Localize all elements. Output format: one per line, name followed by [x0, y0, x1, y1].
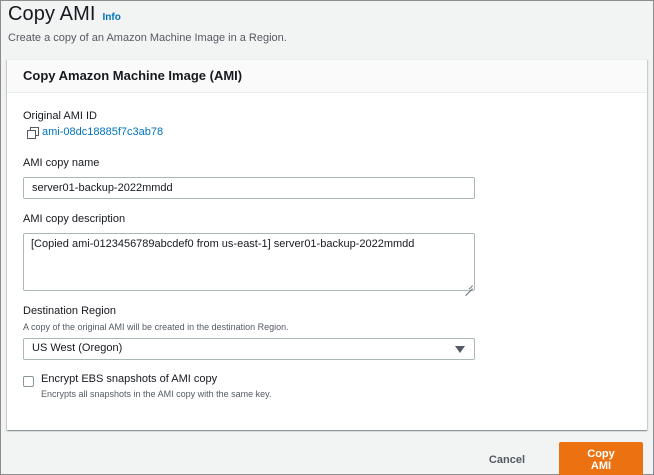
page-description: Create a copy of an Amazon Machine Image…	[8, 32, 287, 44]
page-title: Copy AMI	[8, 3, 96, 25]
panel-header: Copy Amazon Machine Image (AMI)	[7, 60, 647, 93]
encrypt-option: Encrypt EBS snapshots of AMI copy Encryp…	[23, 373, 271, 399]
encrypt-description: Encrypts all snapshots in the AMI copy w…	[41, 389, 272, 399]
encrypt-text: Encrypt EBS snapshots of AMI copy Encryp…	[41, 373, 271, 399]
panel-title: Copy Amazon Machine Image (AMI)	[23, 68, 243, 83]
ami-copy-description-value: [Copied ami-0123456789abcdef0 from us-ea…	[31, 238, 415, 250]
cancel-button[interactable]: Cancel	[479, 450, 535, 470]
destination-region-hint: A copy of the original AMI will be creat…	[23, 322, 289, 332]
copy-icon[interactable]	[27, 126, 39, 139]
copy-ami-panel: Copy Amazon Machine Image (AMI) Original…	[7, 59, 647, 430]
original-ami-label: Original AMI ID	[23, 110, 97, 122]
caret-down-icon	[455, 346, 465, 353]
footer-actions: Cancel Copy AMI	[479, 442, 643, 475]
encrypt-checkbox[interactable]	[23, 376, 34, 387]
info-link[interactable]: Info	[103, 12, 121, 23]
ami-copy-description-textarea[interactable]: [Copied ami-0123456789abcdef0 from us-ea…	[23, 233, 475, 291]
resize-handle[interactable]	[465, 281, 473, 289]
copy-ami-button[interactable]: Copy AMI	[559, 442, 643, 475]
page-header: Copy AMI Info Create a copy of an Amazon…	[8, 3, 646, 44]
ami-copy-name-input[interactable]	[23, 177, 475, 199]
destination-region-value: US West (Oregon)	[32, 342, 123, 354]
original-ami-link[interactable]: ami-08dc18885f7c3ab78	[42, 126, 163, 138]
encrypt-label[interactable]: Encrypt EBS snapshots of AMI copy	[41, 373, 271, 385]
destination-region-select[interactable]: US West (Oregon)	[23, 338, 475, 360]
original-ami-id: ami-08dc18885f7c3ab78	[27, 126, 163, 139]
destination-region-label: Destination Region	[23, 305, 116, 317]
title-row: Copy AMI Info	[8, 3, 646, 26]
ami-copy-name-label: AMI copy name	[23, 157, 100, 169]
ami-copy-description-label: AMI copy description	[23, 213, 126, 225]
